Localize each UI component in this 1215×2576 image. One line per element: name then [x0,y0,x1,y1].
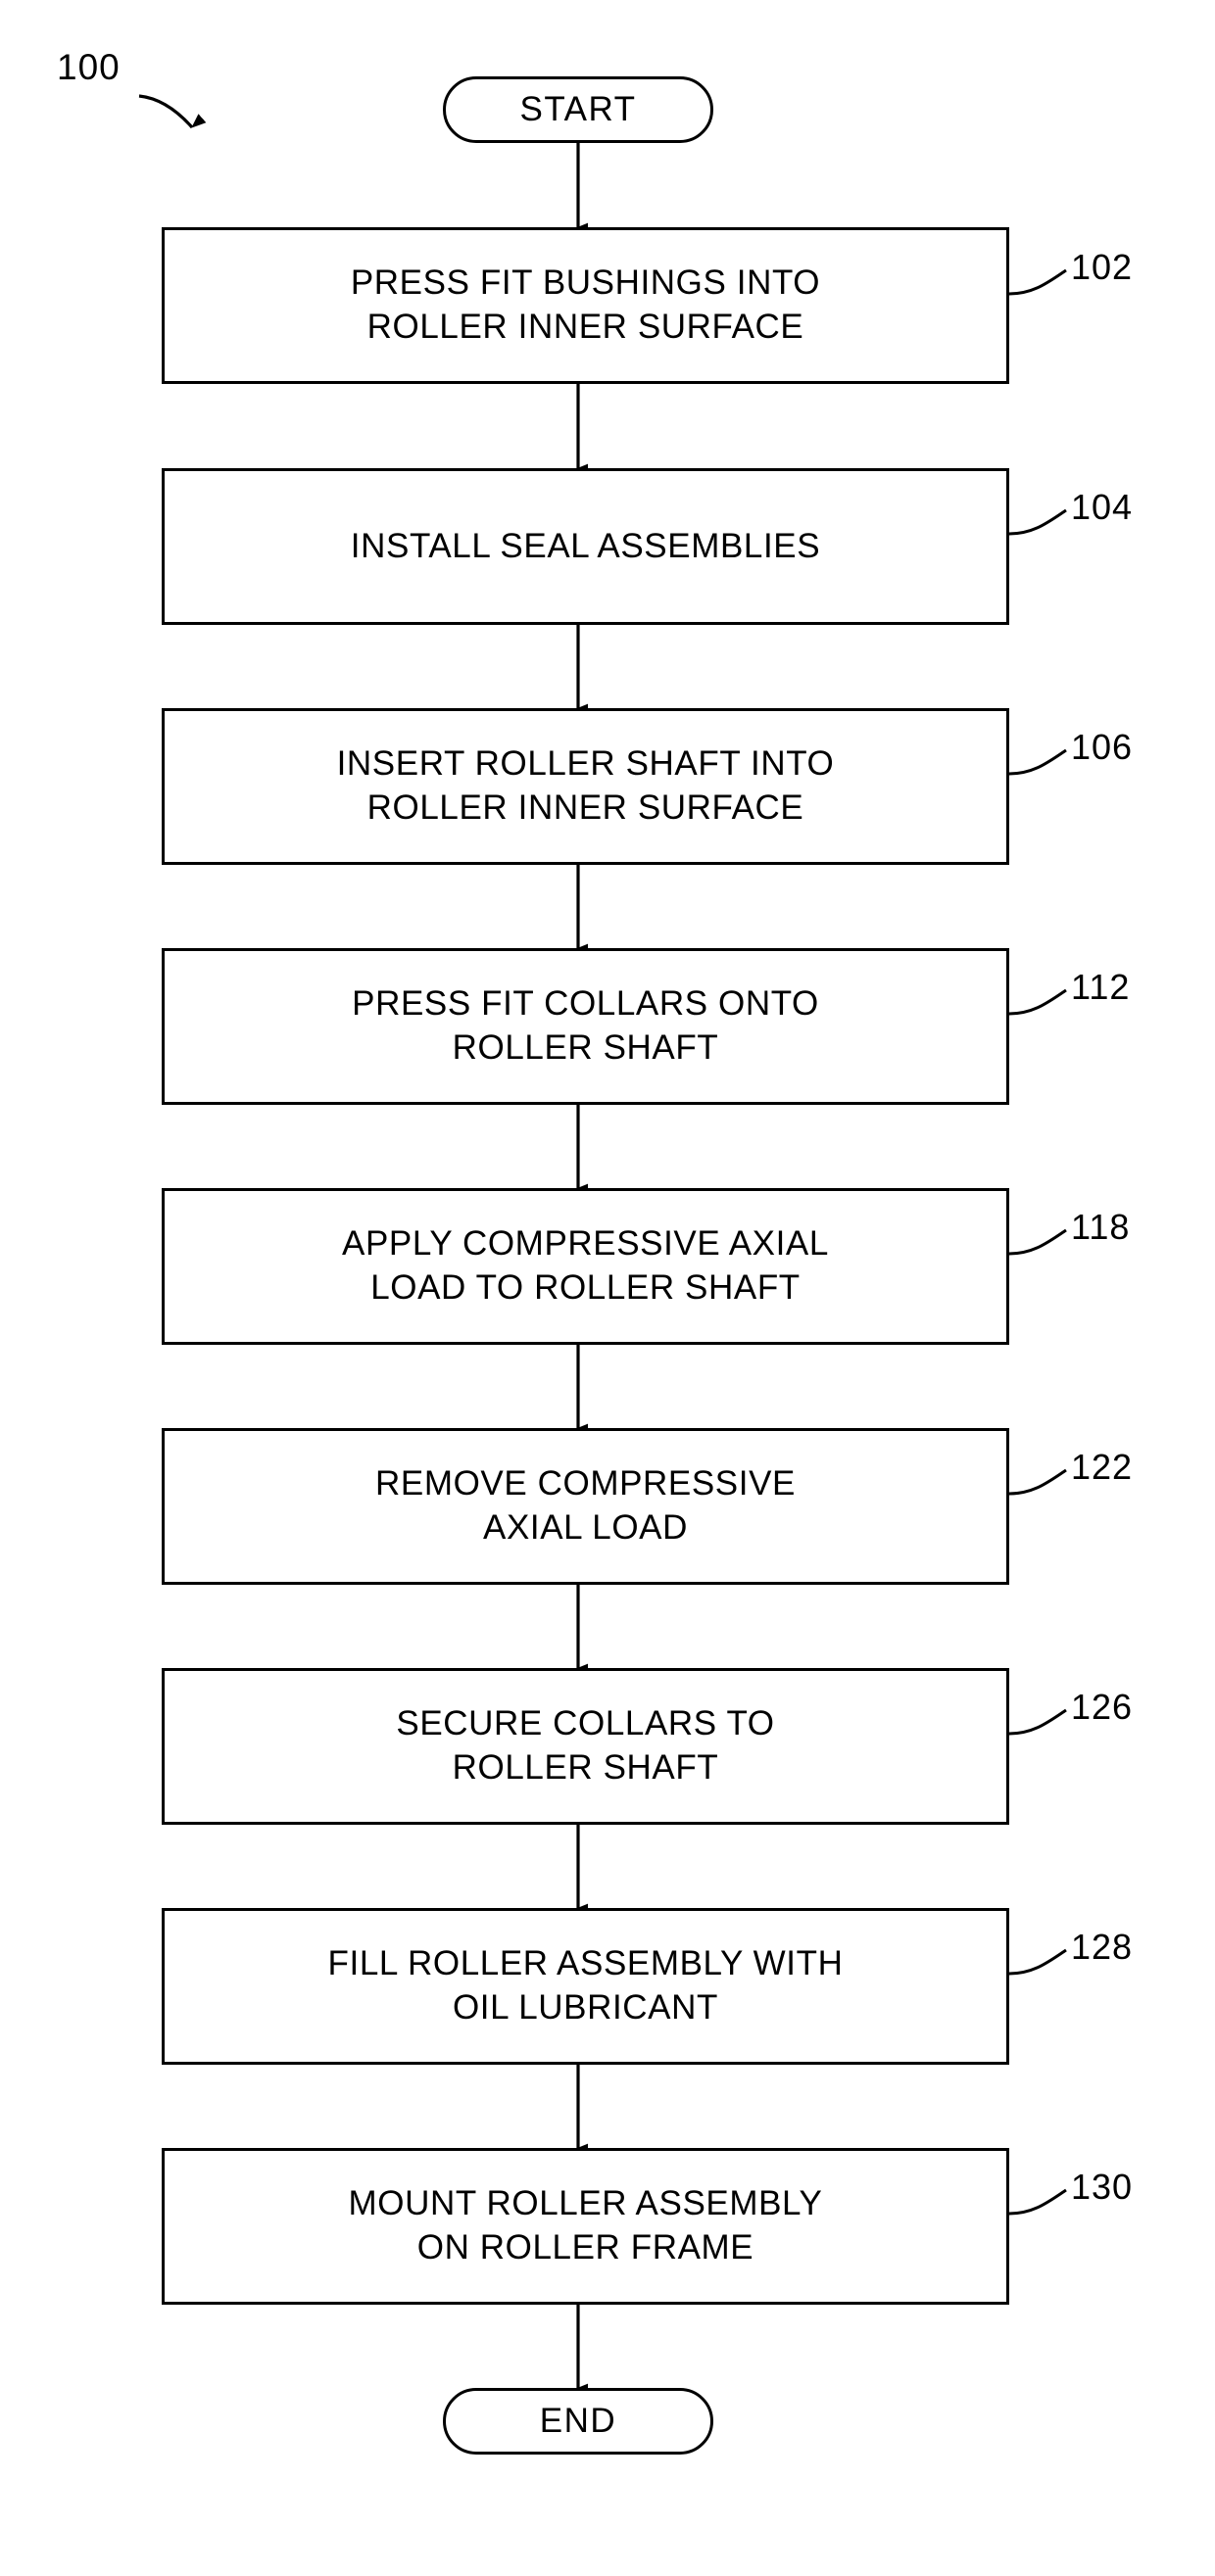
process-box-128: FILL ROLLER ASSEMBLY WITH OIL LUBRICANT [162,1908,1009,2065]
process-box-128-text: FILL ROLLER ASSEMBLY WITH OIL LUBRICANT [180,1942,991,2030]
process-box-106-line-1: INSERT ROLLER SHAFT INTO [336,744,835,784]
process-box-118-text: APPLY COMPRESSIVE AXIAL LOAD TO ROLLER S… [180,1222,991,1311]
process-box-112-line-1: PRESS FIT COLLARS ONTO [352,984,819,1024]
process-box-106: INSERT ROLLER SHAFT INTO ROLLER INNER SU… [162,708,1009,865]
process-box-102-text: PRESS FIT BUSHINGS INTO ROLLER INNER SUR… [180,262,991,350]
reference-number-126: 126 [1071,1687,1134,1727]
reference-number-122: 122 [1071,1447,1134,1487]
figure-leader-arrow [138,94,207,129]
reference-number-130: 130 [1071,2167,1134,2207]
process-box-122: REMOVE COMPRESSIVE AXIAL LOAD [162,1428,1009,1585]
process-box-112: PRESS FIT COLLARS ONTO ROLLER SHAFT [162,948,1009,1105]
process-box-126-text: SECURE COLLARS TO ROLLER SHAFT [180,1702,991,1790]
callout-leader-lines [1008,268,1067,2216]
reference-number-112: 112 [1071,967,1131,1007]
process-box-122-line-1: REMOVE COMPRESSIVE [375,1464,796,1503]
process-box-118-line-1: APPLY COMPRESSIVE AXIAL [342,1224,829,1264]
end-label: END [539,2402,617,2440]
figure-reference-number: 100 [57,47,121,87]
process-box-122-text: REMOVE COMPRESSIVE AXIAL LOAD [180,1462,991,1550]
process-box-106-line-2: ROLLER INNER SURFACE [366,788,804,827]
process-box-118-line-2: LOAD TO ROLLER SHAFT [370,1268,801,1307]
start-label: START [519,90,637,128]
process-box-104: INSTALL SEAL ASSEMBLIES [162,468,1009,625]
process-box-118: APPLY COMPRESSIVE AXIAL LOAD TO ROLLER S… [162,1188,1009,1345]
process-box-130-text: MOUNT ROLLER ASSEMBLY ON ROLLER FRAME [180,2182,991,2270]
process-box-102-line-2: ROLLER INNER SURFACE [366,308,804,346]
process-box-128-line-1: FILL ROLLER ASSEMBLY WITH [327,1944,844,1983]
process-box-106-text: INSERT ROLLER SHAFT INTO ROLLER INNER SU… [180,742,991,831]
reference-number-118: 118 [1071,1207,1131,1247]
reference-number-104: 104 [1071,487,1134,527]
process-box-102: PRESS FIT BUSHINGS INTO ROLLER INNER SUR… [162,227,1009,384]
process-box-122-line-2: AXIAL LOAD [483,1508,688,1547]
start-terminator: START [443,76,713,143]
end-terminator: END [443,2388,713,2455]
process-box-126-line-1: SECURE COLLARS TO [396,1704,775,1743]
process-box-130-line-2: ON ROLLER FRAME [416,2228,754,2266]
process-box-104-text: INSTALL SEAL ASSEMBLIES [180,525,991,569]
process-box-130: MOUNT ROLLER ASSEMBLY ON ROLLER FRAME [162,2148,1009,2305]
process-box-126: SECURE COLLARS TO ROLLER SHAFT [162,1668,1009,1825]
process-box-112-line-2: ROLLER SHAFT [452,1028,719,1067]
reference-number-106: 106 [1071,727,1134,767]
flowchart-canvas: 100 START PRESS FIT BUSHINGS INTO ROLLER… [0,0,1215,2576]
process-box-130-line-1: MOUNT ROLLER ASSEMBLY [348,2184,823,2223]
process-box-102-line-1: PRESS FIT BUSHINGS INTO [350,263,821,303]
process-box-128-line-2: OIL LUBRICANT [452,1988,718,2027]
process-box-126-line-2: ROLLER SHAFT [452,1748,719,1787]
process-box-112-text: PRESS FIT COLLARS ONTO ROLLER SHAFT [180,982,991,1071]
reference-number-128: 128 [1071,1927,1134,1967]
reference-number-102: 102 [1071,247,1134,287]
process-box-104-line-1: INSTALL SEAL ASSEMBLIES [350,526,821,565]
